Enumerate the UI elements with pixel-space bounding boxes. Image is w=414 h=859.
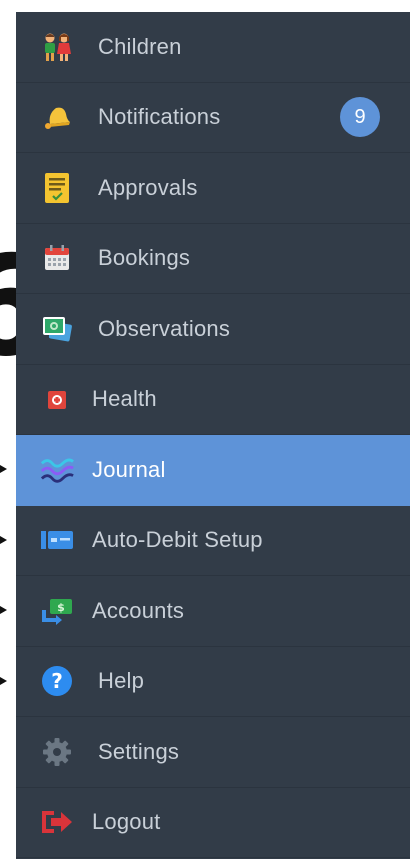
menu-item-logout[interactable]: Logout [16, 788, 410, 858]
menu-item-notifications[interactable]: Notifications 9 [16, 83, 410, 153]
menu-item-approvals[interactable]: Approvals [16, 153, 410, 224]
menu-item-observations[interactable]: Observations [16, 294, 410, 365]
menu-item-auto-debit-setup[interactable]: Auto-Debit Setup [16, 506, 410, 576]
side-navigation-menu: Children Notifications 9 Approvals Booki… [16, 12, 410, 859]
menu-item-label: Settings [98, 738, 180, 764]
menu-item-label: Logout [92, 809, 161, 835]
clipboard-check-icon [40, 171, 74, 205]
menu-item-bookings[interactable]: Bookings [16, 224, 410, 294]
pointer-arrow-icon [0, 677, 7, 685]
help-icon: ? [40, 664, 74, 698]
menu-item-label: Accounts [92, 597, 185, 623]
menu-item-settings[interactable]: Settings [16, 717, 410, 788]
menu-item-label: Notifications [98, 104, 221, 130]
pointer-arrow-icon [0, 606, 7, 614]
pointer-arrow-icon [0, 536, 7, 544]
logout-icon [40, 805, 74, 839]
menu-item-help[interactable]: ? Help [16, 647, 410, 717]
menu-item-journal[interactable]: Journal [16, 435, 410, 506]
menu-item-children[interactable]: Children [16, 12, 410, 83]
menu-item-label: Help [98, 668, 145, 694]
bell-icon [40, 100, 74, 134]
menu-item-label: Observations [98, 315, 231, 341]
menu-item-label: Auto-Debit Setup [92, 527, 263, 553]
children-icon [40, 30, 74, 64]
menu-item-label: Approvals [98, 174, 198, 200]
pointer-arrow-icon [0, 465, 7, 473]
menu-item-label: Health [92, 386, 157, 412]
photos-icon [40, 312, 74, 346]
svg-text:?: ? [51, 669, 63, 693]
svg-text:$: $ [57, 601, 65, 614]
medical-kit-icon [40, 382, 74, 416]
calendar-icon [40, 241, 74, 275]
money-transfer-icon: $ [40, 594, 74, 628]
notification-count-badge: 9 [340, 97, 380, 138]
menu-item-label: Journal [92, 456, 166, 482]
screenshot-stage: 6 Children [0, 0, 414, 859]
menu-item-accounts[interactable]: $ Accounts [16, 576, 410, 647]
menu-item-label: Bookings [98, 245, 191, 271]
menu-item-label: Children [98, 33, 182, 59]
menu-item-health[interactable]: Health [16, 365, 410, 435]
journal-wave-icon [40, 453, 74, 487]
gear-icon [40, 735, 74, 769]
credit-card-icon [40, 523, 74, 557]
